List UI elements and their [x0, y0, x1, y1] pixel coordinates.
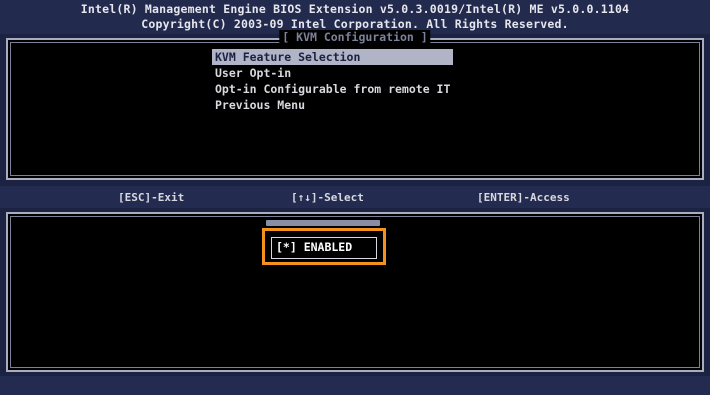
esc-exit-hint: [ESC]-Exit [118, 191, 185, 204]
menu-list: KVM Feature Selection User Opt-in Opt-in… [212, 49, 454, 113]
footer-bar [0, 376, 710, 395]
panel-title: [ KVM Configuration ] [279, 30, 431, 44]
bios-screen: Intel(R) Management Engine BIOS Extensio… [0, 0, 710, 395]
header: Intel(R) Management Engine BIOS Extensio… [0, 0, 710, 34]
key-help-bar: [ESC]-Exit [↑↓]-Select [ENTER]-Access [0, 186, 710, 208]
enter-access-hint: [ENTER]-Access [477, 191, 570, 204]
select-hint: [↑↓]-Select [291, 191, 364, 204]
menu-item-kvm-feature-selection[interactable]: KVM Feature Selection [212, 49, 454, 65]
menu-item-opt-in-configurable[interactable]: Opt-in Configurable from remote IT [212, 81, 453, 97]
menu-item-user-opt-in[interactable]: User Opt-in [212, 65, 453, 81]
menu-item-previous-menu[interactable]: Previous Menu [212, 97, 453, 113]
header-version-line: Intel(R) Management Engine BIOS Extensio… [80, 2, 630, 16]
popup-title-bar [266, 220, 380, 226]
option-enabled[interactable]: [*] ENABLED [271, 237, 377, 259]
option-callout-box: [*] ENABLED [262, 228, 386, 265]
